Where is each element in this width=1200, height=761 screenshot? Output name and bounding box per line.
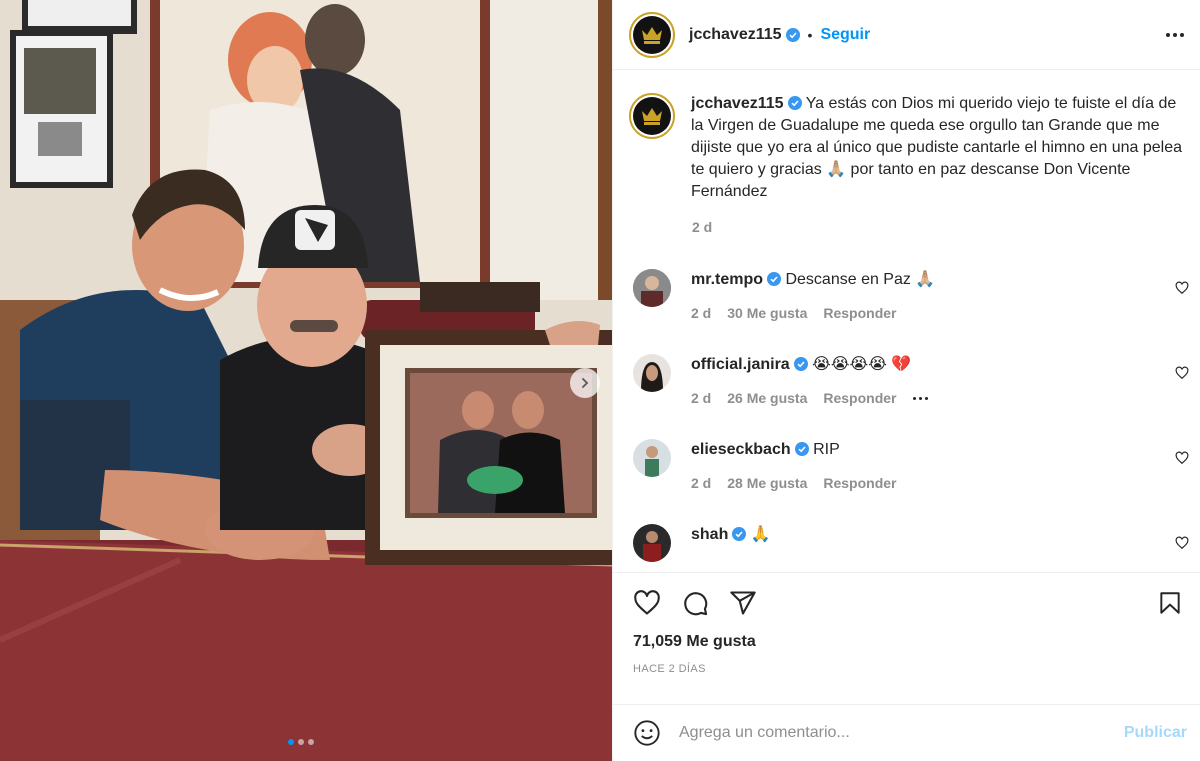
- comment-username[interactable]: official.janira: [691, 356, 790, 373]
- comment-username[interactable]: shah: [691, 526, 728, 543]
- carousel-dot-active: [288, 739, 294, 745]
- comment-avatar[interactable]: [633, 354, 671, 392]
- comment-likes[interactable]: 30 Me gusta: [727, 305, 807, 321]
- more-options-icon[interactable]: [1166, 32, 1184, 37]
- carousel-next-button[interactable]: [570, 368, 600, 398]
- comment-input[interactable]: [679, 724, 1124, 742]
- verified-icon: [732, 527, 747, 541]
- comment-text-line: mr.tempo Descanse en Paz 🙏🏼: [691, 269, 1161, 291]
- comment-body: official.janira 😭😭😭😭 💔 2 d 26 Me gusta R…: [691, 354, 1161, 406]
- emoji-icon[interactable]: [633, 719, 661, 747]
- verified-icon: [794, 442, 809, 456]
- verified-icon: [785, 27, 800, 42]
- comment-avatar[interactable]: [633, 269, 671, 307]
- comment-meta: 2 d 28 Me gusta Responder: [691, 475, 1161, 491]
- comment-age: 2 d: [691, 305, 712, 321]
- caption-username[interactable]: jcchavez115: [691, 95, 784, 112]
- comment-composer: Publicar: [613, 704, 1200, 761]
- post-panel: jcchavez115 • Seguir jcchavez115 Ya está…: [612, 0, 1200, 761]
- comment-like-icon[interactable]: [1175, 451, 1189, 465]
- comment-username[interactable]: mr.tempo: [691, 271, 763, 288]
- comment-options-icon[interactable]: [912, 396, 928, 400]
- comment-text-line: shah 🙏: [691, 524, 1161, 546]
- comment-text: 😭😭😭😭 💔: [812, 356, 912, 373]
- header-separator: •: [807, 26, 813, 43]
- bookmark-icon[interactable]: [1157, 589, 1183, 617]
- carousel-dot: [298, 739, 304, 745]
- comment-body: mr.tempo Descanse en Paz 🙏🏼 2 d 30 Me gu…: [691, 269, 1161, 321]
- carousel-dot: [308, 739, 314, 745]
- reply-button[interactable]: Responder: [823, 305, 896, 321]
- comment-text: 🙏: [750, 526, 771, 543]
- comment-username[interactable]: elieseckbach: [691, 441, 791, 458]
- comment-item: shah 🙏: [633, 524, 1189, 562]
- comment-avatar[interactable]: [633, 524, 671, 562]
- verified-icon: [767, 272, 782, 286]
- brand-logo-icon: [633, 97, 671, 135]
- comment-like-icon[interactable]: [1175, 536, 1189, 550]
- comment-item: elieseckbach RIP 2 d 28 Me gusta Respond…: [633, 439, 1189, 491]
- caption-body: jcchavez115 Ya estás con Dios mi querido…: [691, 93, 1185, 203]
- photo-illustration: [0, 0, 612, 761]
- post-photo[interactable]: [0, 0, 612, 761]
- comment-item: mr.tempo Descanse en Paz 🙏🏼 2 d 30 Me gu…: [633, 269, 1189, 321]
- heart-icon[interactable]: [633, 589, 661, 617]
- caption-author-avatar[interactable]: [629, 93, 675, 139]
- reply-button[interactable]: Responder: [823, 475, 896, 491]
- follow-button[interactable]: Seguir: [820, 26, 870, 44]
- author-username[interactable]: jcchavez115: [689, 26, 782, 44]
- action-icons: [613, 573, 1200, 617]
- comment-text-line: official.janira 😭😭😭😭 💔: [691, 354, 1161, 376]
- comment-like-icon[interactable]: [1175, 281, 1189, 295]
- chevron-right-icon: [582, 378, 589, 388]
- comment-text: RIP: [813, 441, 840, 458]
- comment-likes[interactable]: 26 Me gusta: [727, 390, 807, 406]
- comment-text: Descanse en Paz 🙏🏼: [785, 271, 936, 288]
- caption-meta: 2 d: [692, 219, 1200, 235]
- carousel-indicator: [288, 739, 314, 745]
- comment-like-icon[interactable]: [1175, 366, 1189, 380]
- comment-meta: 2 d 30 Me gusta Responder: [691, 305, 1161, 321]
- comments-list[interactable]: jcchavez115 Ya estás con Dios mi querido…: [613, 71, 1200, 571]
- comment-avatar[interactable]: [633, 439, 671, 477]
- comment-age: 2 d: [691, 390, 712, 406]
- publish-button[interactable]: Publicar: [1124, 724, 1187, 742]
- reply-button[interactable]: Responder: [823, 390, 896, 406]
- post-header: jcchavez115 • Seguir: [613, 0, 1200, 70]
- verified-icon: [793, 357, 808, 371]
- verified-icon: [787, 96, 802, 110]
- share-icon[interactable]: [729, 589, 757, 617]
- post-caption: jcchavez115 Ya estás con Dios mi querido…: [613, 71, 1200, 203]
- comment-body: shah 🙏: [691, 524, 1161, 562]
- comment-likes[interactable]: 28 Me gusta: [727, 475, 807, 491]
- comment-text-line: elieseckbach RIP: [691, 439, 1161, 461]
- comment-item: official.janira 😭😭😭😭 💔 2 d 26 Me gusta R…: [633, 354, 1189, 406]
- post-actions: 71,059 Me gusta HACE 2 DÍAS: [613, 572, 1200, 717]
- likes-count[interactable]: 71,059 Me gusta: [613, 617, 1200, 651]
- caption-age: 2 d: [692, 219, 713, 235]
- comment-body: elieseckbach RIP 2 d 28 Me gusta Respond…: [691, 439, 1161, 491]
- posted-time[interactable]: HACE 2 DÍAS: [613, 651, 1200, 675]
- comment-age: 2 d: [691, 475, 712, 491]
- author-avatar[interactable]: [629, 11, 675, 58]
- comment-icon[interactable]: [681, 589, 709, 617]
- brand-logo-icon: [633, 15, 671, 54]
- comment-meta: 2 d 26 Me gusta Responder: [691, 390, 1161, 406]
